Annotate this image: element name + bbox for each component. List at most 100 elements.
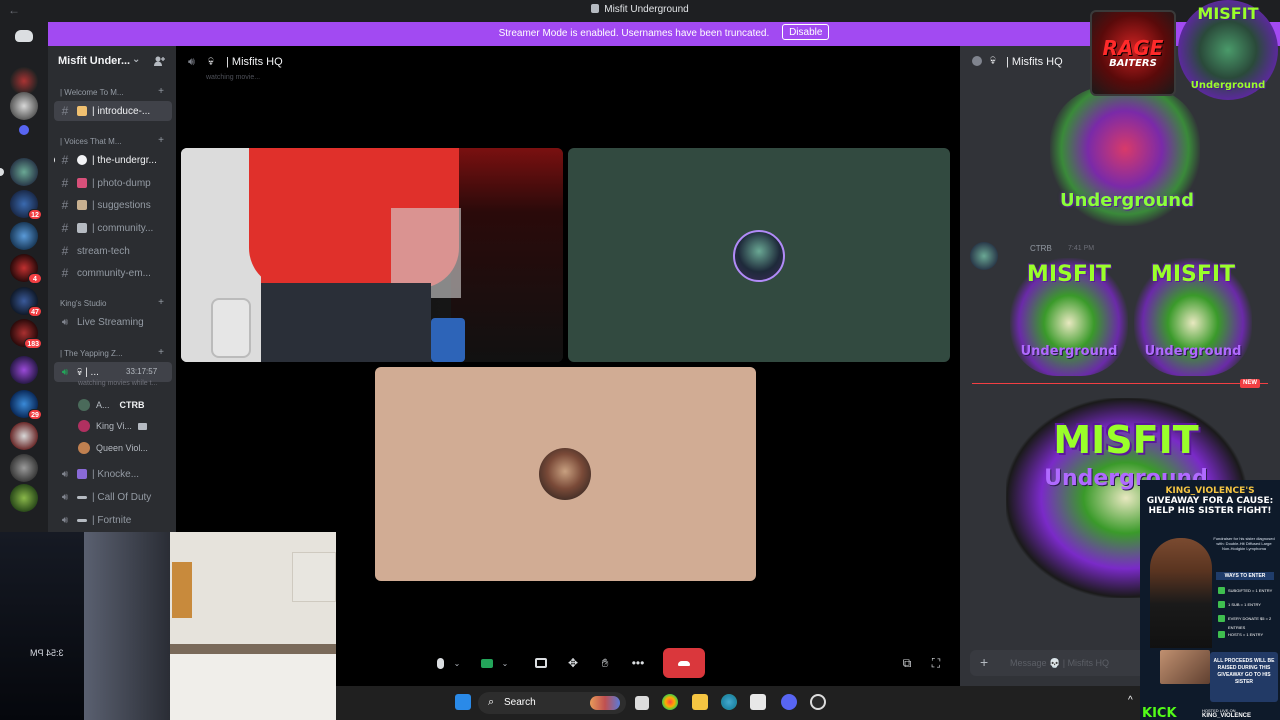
speaker-icon: 🔊︎	[61, 468, 69, 480]
voice-channel-misfits-hq[interactable]: 🔊︎ 💀︎ | ... 33:17:57	[54, 362, 172, 382]
channel-live-streaming[interactable]: 🔊︎ Live Streaming	[54, 312, 172, 332]
logo-text: Underground	[1190, 80, 1266, 91]
server-icon[interactable]: 29	[10, 390, 42, 420]
more-options-icon[interactable]: •••	[627, 652, 649, 674]
category-kings-studio[interactable]: King's Studio +	[48, 297, 176, 313]
voice-status: watching movies while t...	[78, 380, 158, 387]
server-icon[interactable]: 4	[10, 254, 42, 284]
voice-user[interactable]: King Vi...	[78, 418, 147, 434]
direct-messages-icon[interactable]	[8, 24, 40, 48]
host-name: KING_VIOLENCE	[1202, 713, 1252, 719]
unread-indicator	[54, 156, 55, 164]
server-icon[interactable]	[10, 222, 38, 250]
disconnect-button[interactable]	[663, 648, 705, 678]
server-folder-icon[interactable]	[19, 125, 29, 135]
add-channel-icon[interactable]: +	[158, 297, 164, 308]
chevron-up-icon[interactable]: ^	[1128, 695, 1133, 706]
voice-channel-fortnite[interactable]: 🔊︎ | Fortnite	[54, 510, 172, 530]
text-channel-icon: #	[61, 198, 69, 212]
logo-text: BAITERS	[1109, 58, 1157, 69]
phone-hangup-icon	[678, 660, 690, 666]
message-author[interactable]: CTRB	[1030, 244, 1052, 253]
window-title: Misfit Underground	[0, 4, 1280, 15]
invite-people-icon[interactable]	[153, 55, 165, 67]
server-header[interactable]: Misfit Under... ⌄	[48, 46, 176, 78]
channel-introduce[interactable]: # | introduce-...	[54, 101, 172, 121]
chevron-down-icon[interactable]: ⌄	[450, 652, 464, 674]
search-icon: ⌕	[488, 696, 495, 708]
hosted-by: HOSTED LIVE ON KING_VIOLENCE	[1202, 708, 1251, 719]
server-icon[interactable]	[10, 67, 38, 95]
avatar[interactable]	[970, 242, 998, 270]
video-tile-camera[interactable]	[181, 148, 563, 362]
activities-icon[interactable]: ✥	[562, 652, 584, 674]
channel-community[interactable]: # | community...	[54, 218, 172, 238]
add-channel-icon[interactable]: +	[158, 347, 164, 358]
server-icon[interactable]	[10, 92, 38, 120]
server-icon[interactable]	[10, 356, 38, 384]
server-icon[interactable]	[10, 484, 38, 512]
webcam-background	[84, 532, 170, 720]
server-icon[interactable]: 12	[10, 190, 42, 220]
fullscreen-icon[interactable]: ⛶	[925, 652, 947, 674]
call-header: 🔊︎ 💀︎ | Misfits HQ watching movie...	[176, 46, 960, 82]
speech-bubble-icon	[77, 155, 87, 165]
file-explorer-icon[interactable]	[692, 694, 708, 710]
category-voices[interactable]: | Voices That M... +	[48, 135, 176, 151]
channel-suggestions[interactable]: # | suggestions	[54, 195, 172, 215]
channel-stream-tech[interactable]: # stream-tech	[54, 241, 172, 261]
channel-photo-dump[interactable]: # | photo-dump	[54, 173, 172, 193]
store-icon[interactable]	[750, 694, 766, 710]
category-yapping-zone[interactable]: | The Yapping Z... +	[48, 347, 176, 363]
microphone-button[interactable]	[429, 652, 451, 674]
pop-out-icon[interactable]: ⧉	[896, 652, 918, 674]
avatar	[78, 420, 90, 432]
search-highlight-icon	[590, 696, 620, 710]
add-channel-icon[interactable]: +	[158, 135, 164, 146]
chevron-down-icon[interactable]: ⌄	[498, 652, 512, 674]
text-channel-icon: #	[61, 104, 69, 118]
screen-share-button[interactable]	[530, 652, 552, 674]
skull-icon: 💀︎	[208, 56, 214, 68]
voice-channel-call-of-duty[interactable]: 🔊︎ | Call Of Duty	[54, 487, 172, 507]
giveaway-headline-line: HELP HIS SISTER FIGHT!	[1148, 506, 1272, 516]
participant-tile[interactable]	[568, 148, 950, 362]
start-icon[interactable]	[455, 694, 471, 710]
soundboard-icon[interactable]: ✋︎	[594, 652, 616, 674]
add-attachment-icon[interactable]: +	[980, 654, 988, 670]
participant-tile[interactable]	[375, 367, 756, 581]
mention-badge: 12	[28, 209, 42, 220]
discord-icon[interactable]	[781, 694, 797, 710]
server-icon[interactable]	[10, 454, 38, 482]
chrome-icon[interactable]	[662, 694, 678, 710]
giveaway-headline-line: GIVEAWAY FOR A CAUSE:	[1146, 496, 1274, 506]
obs-icon[interactable]	[810, 694, 826, 710]
add-channel-icon[interactable]: +	[158, 86, 164, 97]
channel-the-underground[interactable]: # | the-undergr...	[54, 150, 172, 170]
server-icon[interactable]	[10, 422, 38, 450]
server-icon[interactable]: 47	[10, 287, 42, 317]
category-label: King's Studio	[60, 299, 107, 308]
voice-user[interactable]: A... CTRB	[78, 397, 145, 413]
channel-emoji-icon	[77, 106, 87, 116]
voice-channel-knocke[interactable]: 🔊︎ | Knocke...	[54, 464, 172, 484]
channel-label: | the-undergr...	[92, 154, 157, 166]
misfit-underground-server-icon[interactable]	[0, 158, 38, 186]
mention-badge: 4	[28, 273, 42, 284]
taskbar-search[interactable]: ⌕ Search	[478, 692, 626, 714]
voice-user[interactable]: Queen Viol...	[78, 440, 148, 456]
channel-sidebar: Misfit Under... ⌄ | Welcome To M... + # |…	[48, 46, 176, 532]
webcam-background	[0, 532, 84, 720]
server-icon[interactable]: 183	[10, 319, 42, 349]
category-welcome[interactable]: | Welcome To M... +	[48, 86, 176, 102]
channel-label: | Call Of Duty	[92, 491, 152, 503]
camera-button[interactable]	[476, 652, 498, 674]
taskbar-search-label: Search	[504, 697, 536, 708]
rage-baiters-logo: RAGE BAITERS	[1090, 10, 1176, 96]
channel-emoji-icon	[77, 200, 87, 210]
disable-streamer-mode-button[interactable]: Disable	[782, 24, 830, 40]
channel-emoji-icon	[77, 178, 87, 188]
channel-community-em[interactable]: # community-em...	[54, 263, 172, 283]
edge-icon[interactable]	[721, 694, 737, 710]
task-view-icon[interactable]	[635, 696, 649, 710]
